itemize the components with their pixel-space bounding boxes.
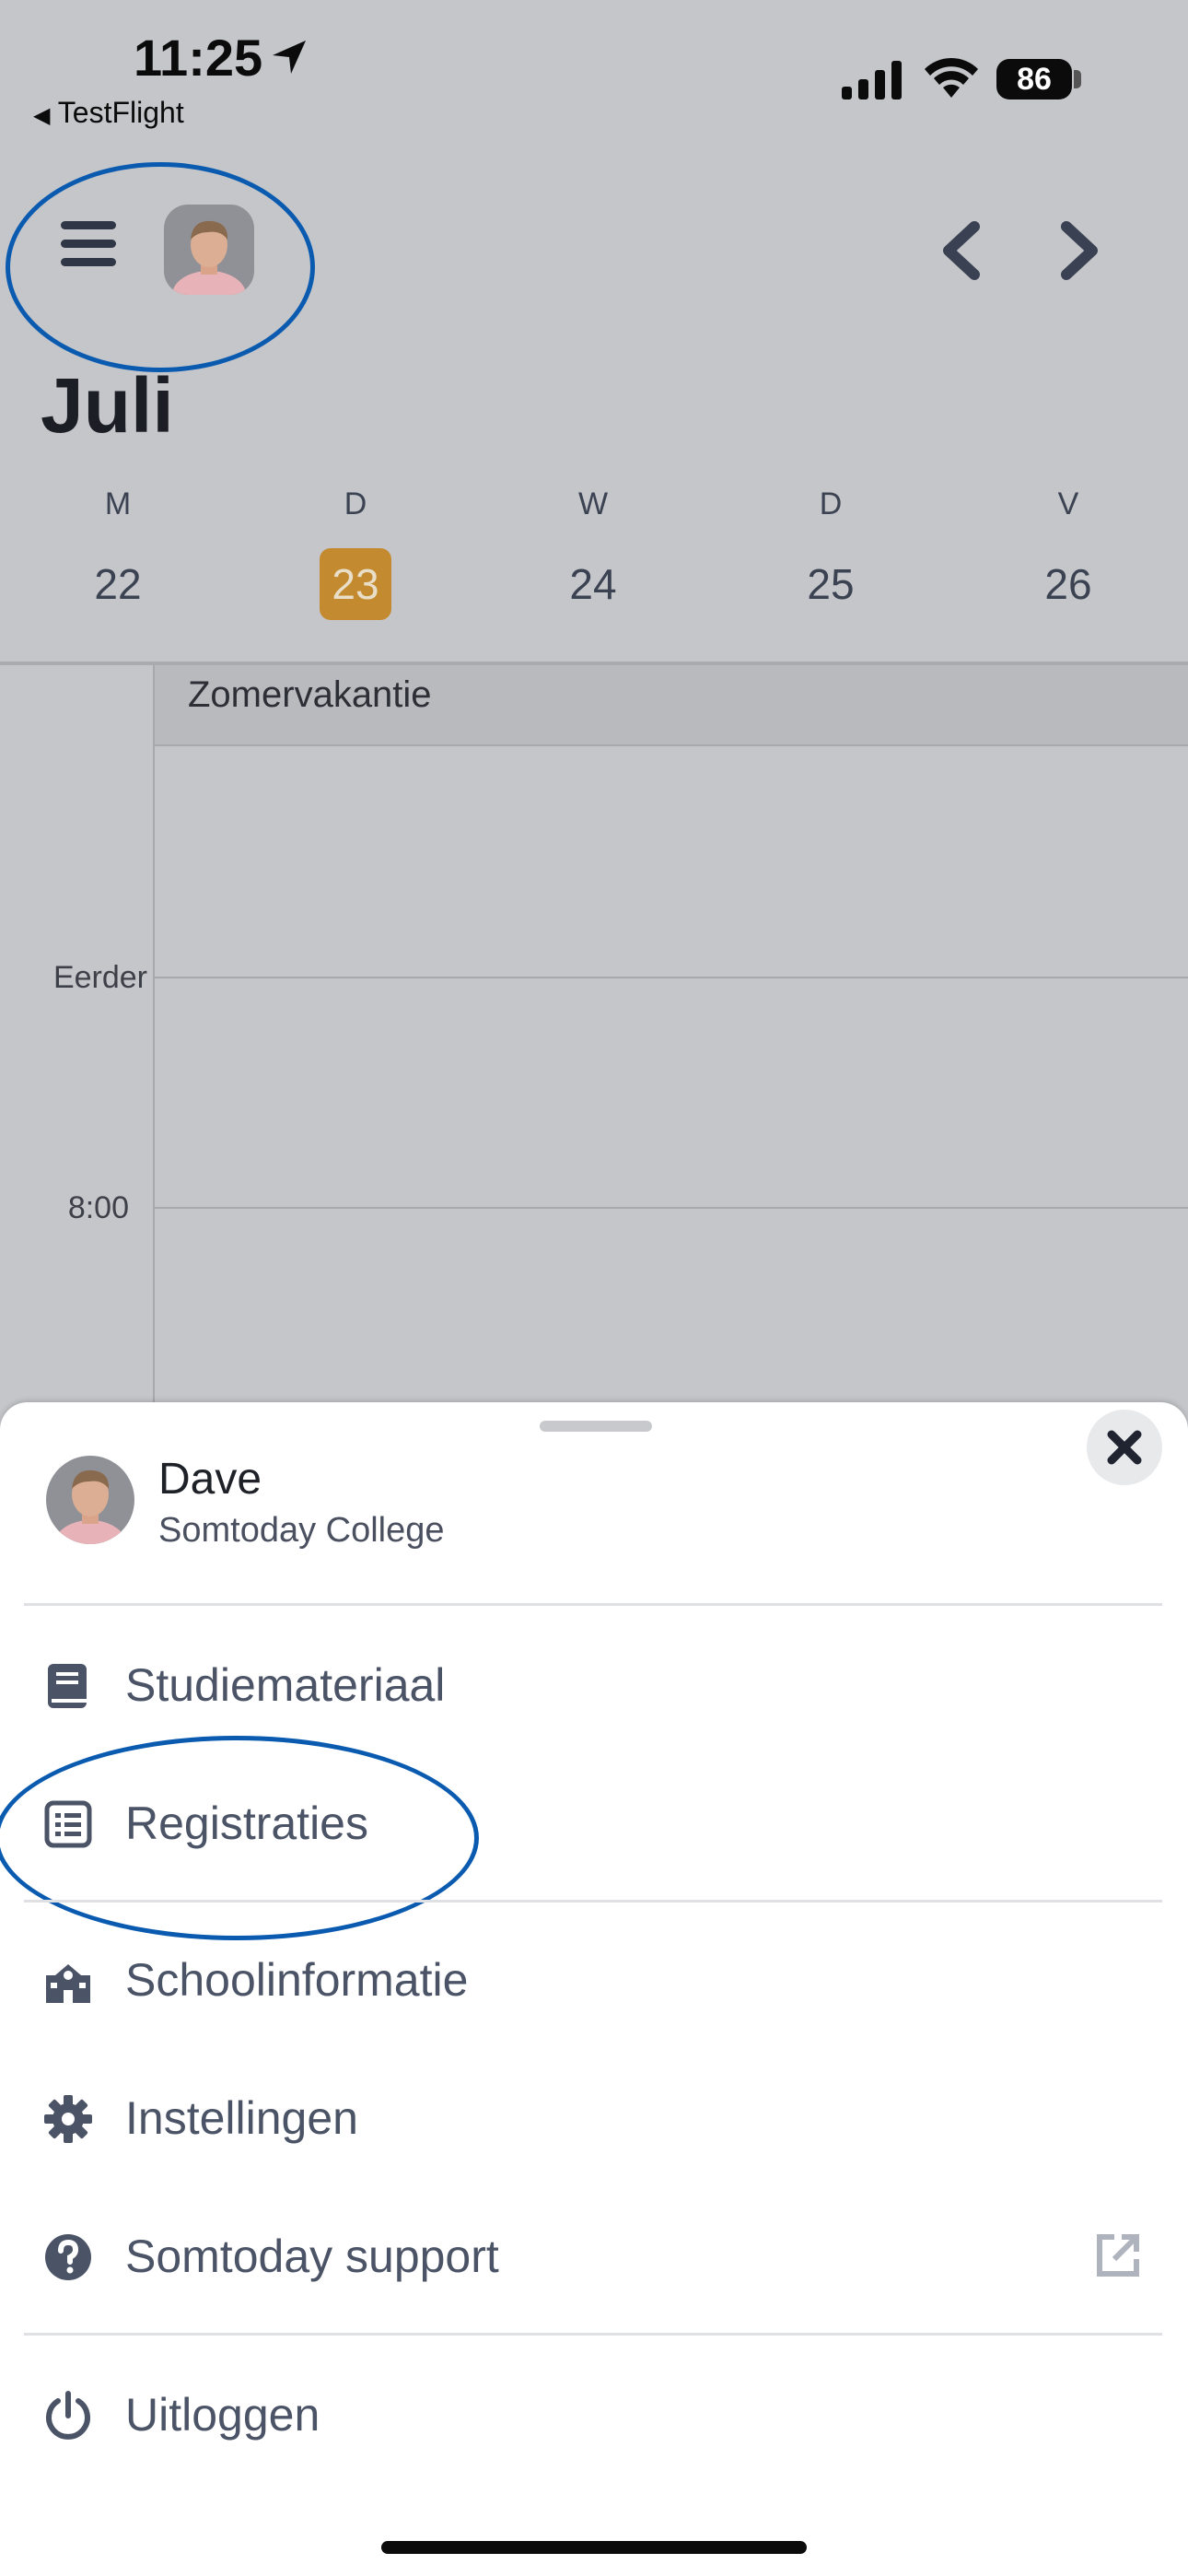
allday-event-label: Zomervakantie <box>188 674 432 715</box>
chevron-left-icon[interactable] <box>939 221 982 280</box>
day-column-wednesday[interactable]: W 24 <box>538 486 648 620</box>
wifi-icon <box>925 57 978 98</box>
menu-label: Schoolinformatie <box>125 1954 469 2006</box>
month-title: Juli <box>41 362 174 449</box>
chevron-right-icon[interactable] <box>1059 221 1101 280</box>
menu-label: Somtoday support <box>125 2231 499 2282</box>
menu-item-somtoday-support[interactable]: Somtoday support <box>0 2191 1188 2320</box>
user-avatar <box>46 1456 134 1544</box>
day-column-tuesday[interactable]: D 23 <box>300 486 411 620</box>
time-label-8: 8:00 <box>67 1190 129 1225</box>
annotation-ellipse-profile <box>6 162 315 372</box>
day-number: 24 <box>569 560 617 608</box>
time-column-divider <box>153 665 155 1402</box>
user-school: Somtoday College <box>158 1511 445 1550</box>
close-icon <box>1107 1430 1142 1465</box>
menu-item-schoolinformatie[interactable]: Schoolinformatie <box>0 1914 1188 2043</box>
location-arrow-icon <box>273 41 306 74</box>
day-column-friday[interactable]: V 26 <box>1013 486 1124 620</box>
close-button[interactable] <box>1087 1410 1162 1485</box>
power-icon <box>46 2391 90 2440</box>
day-letter: M <box>104 486 132 521</box>
day-column-thursday[interactable]: D 25 <box>775 486 886 620</box>
help-icon <box>45 2234 91 2280</box>
day-number: 25 <box>807 560 855 608</box>
signal-icon <box>842 61 902 100</box>
grid-line <box>153 1207 1188 1209</box>
back-app-label: TestFlight <box>57 96 184 129</box>
status-time: 11:25 <box>134 29 263 87</box>
menu-label: Studiemateriaal <box>125 1659 446 1711</box>
home-indicator[interactable] <box>381 2541 807 2554</box>
gear-icon <box>44 2095 92 2143</box>
user-name: Dave <box>158 1455 262 1504</box>
back-to-app[interactable]: ◀ TestFlight <box>33 96 184 130</box>
battery-indicator: 86 <box>996 59 1072 100</box>
day-column-monday[interactable]: M 22 <box>63 486 173 620</box>
sheet-divider <box>24 1603 1162 1606</box>
day-number-today: 23 <box>320 548 391 620</box>
school-icon <box>46 1964 90 2003</box>
day-letter: D <box>344 486 367 521</box>
day-number: 22 <box>94 560 142 608</box>
day-number: 26 <box>1044 560 1092 608</box>
menu-item-studiemateriaal[interactable]: Studiemateriaal <box>0 1620 1188 1749</box>
battery-tip <box>1074 70 1081 88</box>
back-triangle-icon: ◀ <box>33 103 51 128</box>
external-link-icon <box>1097 2234 1139 2277</box>
day-letter: V <box>1057 486 1079 521</box>
menu-item-instellingen[interactable]: Instellingen <box>0 2053 1188 2182</box>
sheet-divider <box>24 1900 1162 1903</box>
day-letter: D <box>819 486 843 521</box>
menu-label: Uitloggen <box>125 2389 320 2441</box>
book-icon <box>48 1664 87 1708</box>
day-letter: W <box>577 486 609 521</box>
sheet-grabber[interactable] <box>540 1421 652 1432</box>
grid-line <box>153 977 1188 978</box>
time-label-earlier: Eerder <box>52 960 147 995</box>
annotation-ellipse-registraties <box>0 1736 479 1940</box>
sheet-divider <box>24 2333 1162 2336</box>
menu-item-uitloggen[interactable]: Uitloggen <box>0 2349 1188 2478</box>
menu-label: Instellingen <box>125 2092 358 2144</box>
